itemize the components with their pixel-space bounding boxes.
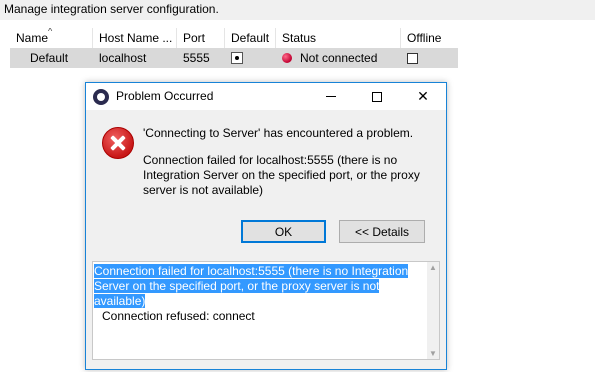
- details-scrollbar[interactable]: ▲ ▼: [427, 262, 439, 359]
- cell-default: [225, 48, 276, 68]
- details-selected-text: Connection failed for localhost:5555 (th…: [94, 264, 409, 308]
- app-logo-icon: [93, 89, 109, 105]
- sort-ascending-icon: ^: [48, 28, 53, 36]
- dialog-detail: Connection failed for localhost:5555 (th…: [143, 153, 420, 197]
- ok-button[interactable]: OK: [241, 220, 326, 243]
- problem-dialog: Problem Occurred ✕ 'Connecting to Server…: [85, 82, 447, 370]
- cell-offline: [401, 48, 446, 68]
- column-header-default[interactable]: Default: [225, 28, 276, 48]
- minimize-icon: [326, 96, 336, 97]
- server-table: Name ^ Host Name ... Port Default Status…: [10, 28, 458, 68]
- column-header-status[interactable]: Status: [276, 28, 401, 48]
- page-description: Manage integration server configuration.: [4, 2, 219, 16]
- close-icon: ✕: [417, 88, 429, 104]
- table-header: Name ^ Host Name ... Port Default Status…: [10, 28, 458, 48]
- cell-status: Not connected: [276, 48, 401, 68]
- table-row[interactable]: Default localhost 5555 Not connected: [10, 48, 458, 68]
- error-icon: [102, 127, 134, 159]
- cell-name: Default: [30, 51, 69, 65]
- column-header-host[interactable]: Host Name ...: [93, 28, 177, 48]
- scroll-up-icon[interactable]: ▲: [429, 263, 437, 272]
- details-sub-line: Connection refused: connect: [102, 309, 255, 323]
- column-header-offline[interactable]: Offline: [401, 28, 446, 48]
- cell-host: localhost: [99, 51, 147, 65]
- default-radio[interactable]: [231, 52, 243, 64]
- dialog-message: 'Connecting to Server' has encountered a…: [143, 126, 414, 140]
- column-header-port[interactable]: Port: [177, 28, 225, 48]
- details-button[interactable]: << Details: [339, 220, 425, 243]
- close-button[interactable]: ✕: [400, 83, 446, 110]
- details-textarea[interactable]: Connection failed for localhost:5555 (th…: [92, 261, 440, 360]
- dialog-titlebar[interactable]: Problem Occurred ✕: [86, 83, 446, 110]
- minimize-button[interactable]: [308, 83, 354, 110]
- column-header-name[interactable]: Name ^: [10, 28, 93, 48]
- dialog-title: Problem Occurred: [116, 89, 214, 103]
- status-disconnected-icon: [282, 53, 292, 63]
- cell-port: 5555: [183, 51, 210, 65]
- status-text: Not connected: [300, 51, 378, 65]
- scroll-down-icon[interactable]: ▼: [429, 349, 437, 358]
- maximize-button[interactable]: [354, 83, 400, 110]
- maximize-icon: [372, 91, 382, 102]
- offline-checkbox[interactable]: [407, 53, 418, 64]
